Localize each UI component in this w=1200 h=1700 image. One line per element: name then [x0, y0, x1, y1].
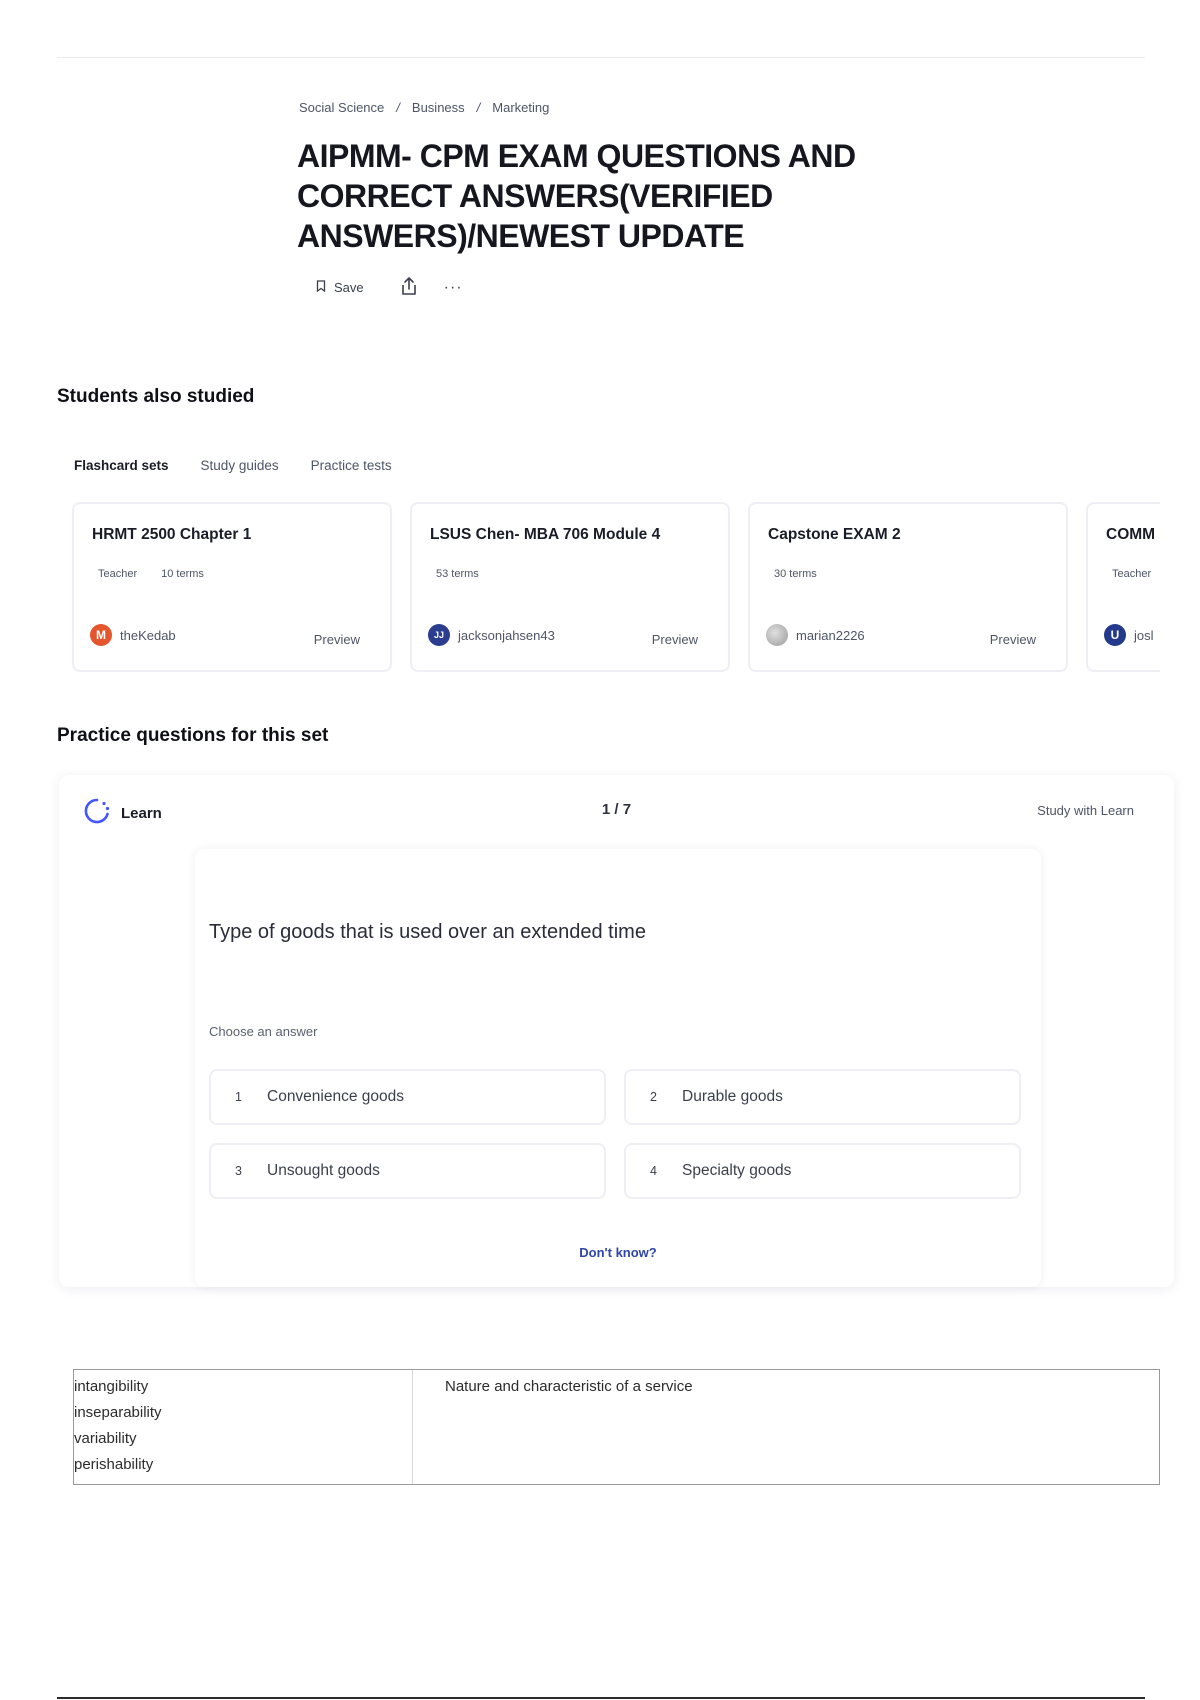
- card-author[interactable]: M theKedab: [90, 624, 176, 646]
- bottom-divider: [57, 1697, 1145, 1699]
- answer-option-3[interactable]: 3 Unsought goods: [209, 1143, 606, 1199]
- dont-know-button[interactable]: Don't know?: [195, 1245, 1041, 1260]
- breadcrumb-business[interactable]: Business: [412, 100, 465, 115]
- save-label: Save: [334, 280, 364, 295]
- card-title: COMM: [1106, 526, 1156, 543]
- more-options-button[interactable]: ···: [443, 278, 463, 296]
- term-item: intangibility: [74, 1378, 149, 1395]
- avatar: U: [1104, 624, 1126, 646]
- card-meta: Teacher: [1112, 568, 1151, 580]
- term-definition-table: intangibility inseparability variability…: [73, 1369, 1160, 1485]
- answer-options: 1 Convenience goods 2 Durable goods 3 Un…: [209, 1069, 1021, 1199]
- option-label: Durable goods: [682, 1088, 783, 1105]
- answer-option-2[interactable]: 2 Durable goods: [624, 1069, 1021, 1125]
- card-title: Capstone EXAM 2: [768, 526, 901, 543]
- author-name: theKedab: [120, 627, 176, 643]
- card-meta: 30 terms: [774, 568, 817, 580]
- card-title: HRMT 2500 Chapter 1: [92, 526, 252, 543]
- preview-button[interactable]: Preview: [990, 632, 1036, 647]
- card-title: LSUS Chen- MBA 706 Module 4: [430, 526, 661, 543]
- top-divider: [57, 57, 1145, 58]
- option-number: 4: [650, 1164, 657, 1178]
- set-actions: Save ···: [316, 276, 463, 299]
- term-item: inseparability: [74, 1404, 162, 1421]
- avatar: JJ: [428, 624, 450, 646]
- preview-button[interactable]: Preview: [652, 632, 698, 647]
- option-number: 1: [235, 1090, 242, 1104]
- option-label: Unsought goods: [267, 1162, 380, 1179]
- study-set-card[interactable]: COMM Teacher U josl: [1086, 502, 1160, 672]
- question-text: Type of goods that is used over an exten…: [209, 921, 646, 943]
- term-count: 10 terms: [161, 568, 204, 580]
- study-set-card[interactable]: Capstone EXAM 2 30 terms marian2226 Prev…: [748, 502, 1068, 672]
- teacher-badge: Teacher: [1112, 568, 1152, 580]
- card-author[interactable]: marian2226: [766, 624, 865, 646]
- study-with-learn-link[interactable]: Study with Learn: [1037, 803, 1134, 818]
- term-item: variability: [74, 1430, 137, 1447]
- page-title: AIPMM- CPM EXAM QUESTIONS AND CORRECT AN…: [297, 138, 856, 254]
- bookmark-icon: [316, 280, 326, 295]
- term-item: perishability: [74, 1456, 154, 1473]
- choose-answer-label: Choose an answer: [209, 1024, 318, 1039]
- author-name: josl: [1134, 627, 1154, 643]
- term-count: 30 terms: [774, 568, 817, 580]
- author-name: marian2226: [796, 627, 865, 643]
- definition-column: Nature and characteristic of a service: [445, 1378, 693, 1395]
- study-set-card[interactable]: HRMT 2500 Chapter 1 Teacher 10 terms M t…: [72, 502, 392, 672]
- author-name: jacksonjahsen43: [458, 627, 555, 643]
- option-number: 3: [235, 1164, 242, 1178]
- term-count: 53 terms: [436, 568, 479, 580]
- answer-option-4[interactable]: 4 Specialty goods: [624, 1143, 1021, 1199]
- breadcrumb-separator: /: [476, 100, 481, 115]
- learn-panel: Learn 1 / 7 Study with Learn Type of goo…: [59, 775, 1174, 1287]
- question-card: Type of goods that is used over an exten…: [195, 849, 1041, 1287]
- practice-heading: Practice questions for this set: [57, 725, 329, 746]
- term-column: intangibility inseparability variability…: [74, 1370, 413, 1484]
- also-studied-heading: Students also studied: [57, 386, 255, 407]
- option-number: 2: [650, 1090, 657, 1104]
- tab-practice-tests[interactable]: Practice tests: [311, 458, 392, 473]
- answer-option-1[interactable]: 1 Convenience goods: [209, 1069, 606, 1125]
- tab-study-guides[interactable]: Study guides: [201, 458, 279, 473]
- share-icon: [400, 276, 418, 299]
- also-studied-tabs: Flashcard sets Study guides Practice tes…: [74, 458, 392, 473]
- card-author[interactable]: U josl: [1104, 624, 1154, 646]
- teacher-badge: Teacher: [98, 568, 138, 580]
- card-meta: Teacher 10 terms: [98, 568, 204, 580]
- breadcrumb-separator: /: [396, 100, 400, 115]
- question-counter: 1 / 7: [601, 801, 632, 818]
- breadcrumb: Social Science / Business / Marketing: [299, 100, 549, 115]
- study-set-card[interactable]: LSUS Chen- MBA 706 Module 4 53 terms JJ …: [410, 502, 730, 672]
- avatar: M: [90, 624, 112, 646]
- card-author[interactable]: JJ jacksonjahsen43: [428, 624, 555, 646]
- also-studied-carousel: HRMT 2500 Chapter 1 Teacher 10 terms M t…: [72, 502, 1160, 676]
- more-icon: ···: [443, 278, 463, 296]
- preview-button[interactable]: Preview: [314, 632, 360, 647]
- breadcrumb-marketing[interactable]: Marketing: [492, 100, 549, 115]
- save-button[interactable]: Save: [316, 280, 364, 295]
- option-label: Convenience goods: [267, 1088, 405, 1105]
- avatar: [766, 624, 788, 646]
- breadcrumb-social-science[interactable]: Social Science: [299, 100, 384, 115]
- card-meta: 53 terms: [436, 568, 479, 580]
- option-label: Specialty goods: [682, 1162, 792, 1179]
- share-button[interactable]: [400, 276, 418, 299]
- tab-flashcard-sets[interactable]: Flashcard sets: [74, 458, 169, 473]
